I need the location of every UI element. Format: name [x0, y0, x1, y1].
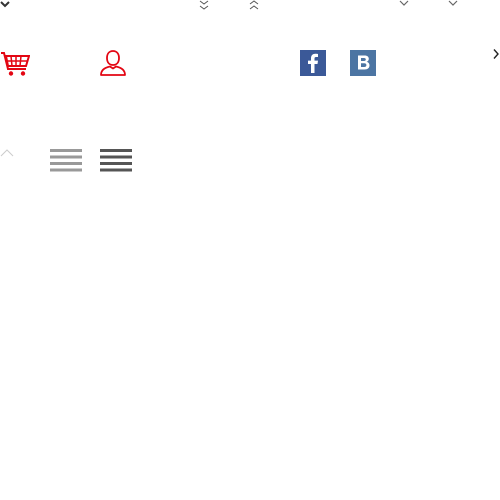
chevron-right-icon: [492, 48, 500, 60]
chevron-down-icon: [447, 0, 459, 8]
double-chevron-up-icon: [248, 0, 260, 12]
chevron-down-icon: [398, 0, 410, 8]
menu-icon: [100, 149, 132, 172]
double-chevron-down-icon: [198, 0, 210, 12]
shopping-cart-icon: [0, 48, 30, 78]
chevron-up-icon: [0, 148, 16, 158]
facebook-icon: [300, 50, 326, 76]
caret-down-icon: [0, 0, 10, 8]
vk-icon: [350, 50, 376, 76]
user-icon: [99, 49, 127, 77]
menu-icon: [50, 149, 82, 172]
